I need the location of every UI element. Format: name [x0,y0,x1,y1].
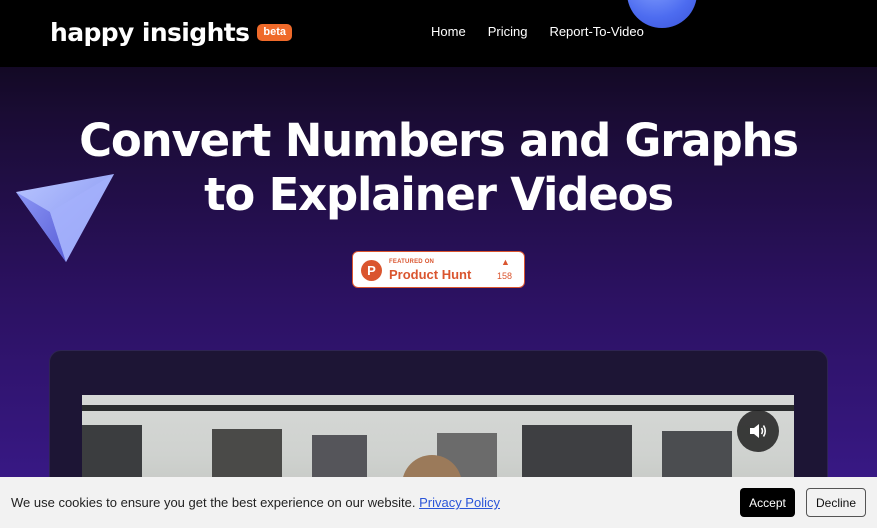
hero-title-line-2: to Explainer Videos [204,168,674,221]
nav-link-pricing[interactable]: Pricing [488,24,528,39]
logo[interactable]: happy insights beta [50,14,293,50]
beta-badge: beta [257,23,293,41]
cookie-message-text: We use cookies to ensure you get the bes… [11,495,416,510]
cookie-message: We use cookies to ensure you get the bes… [11,495,500,510]
hero-title: Convert Numbers and Graphs to Explainer … [0,114,877,222]
accept-cookies-button[interactable]: Accept [740,488,795,517]
upvote-count: 158 [497,271,513,281]
sound-toggle-button[interactable] [737,410,779,452]
product-hunt-badge[interactable]: P FEATURED ON Product Hunt ▲ 158 [352,251,525,288]
nav-link-report-to-video[interactable]: Report-To-Video [549,24,643,39]
decline-cookies-button[interactable]: Decline [806,488,866,517]
top-nav: happy insights beta Home Pricing Report-… [0,0,877,67]
logo-text: happy insights [50,17,250,47]
privacy-policy-link[interactable]: Privacy Policy [419,495,500,510]
nav-links: Home Pricing Report-To-Video [431,24,644,39]
upvote-arrow-icon: ▲ [501,257,510,267]
speaker-icon [750,424,767,438]
product-hunt-icon: P [361,260,382,281]
pyramid-decoration [16,174,114,262]
nav-link-home[interactable]: Home [431,24,466,39]
hero-title-line-1: Convert Numbers and Graphs [79,114,799,167]
ph-featured-label: FEATURED ON [389,259,435,265]
ph-name: Product Hunt [389,267,472,282]
